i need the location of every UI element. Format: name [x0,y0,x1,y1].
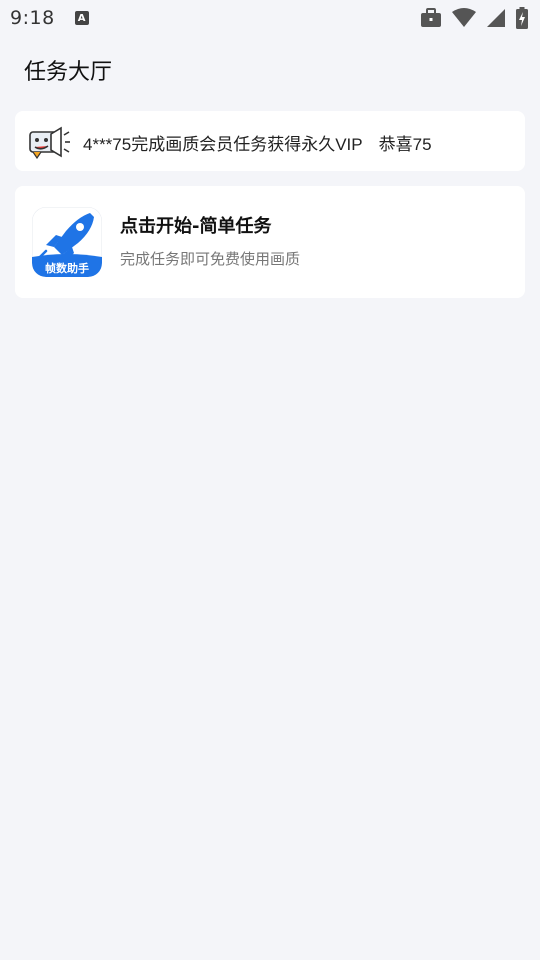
status-time: 9:18 [10,7,55,29]
status-left: 9:18 A [10,7,89,29]
announcement-banner: 4***75完成画质会员任务获得永久VIP 恭喜75 [15,111,525,171]
rocket-app-icon: 帧数助手 [32,207,102,277]
marquee-message: 4***75完成画质会员任务获得永久VIP [83,135,363,154]
status-bar: 9:18 A [0,0,540,36]
marquee-viewport: 4***75完成画质会员任务获得永久VIP 恭喜75 [83,111,496,171]
task-subtitle: 完成任务即可免费使用画质 [120,250,301,268]
battery-charging-icon [516,7,528,29]
status-right [420,7,528,29]
task-card[interactable]: 帧数助手 点击开始-简单任务 完成任务即可免费使用画质 [15,186,525,298]
task-title: 点击开始-简单任务 [120,216,272,237]
signal-icon [487,9,505,27]
briefcase-icon [421,8,441,27]
megaphone-icon [29,126,70,159]
marquee-text: 4***75完成画质会员任务获得永久VIP 恭喜75 [83,130,448,155]
a-notification-icon: A [74,11,89,25]
page-title: 任务大厅 [24,60,113,85]
wifi-icon [452,8,476,27]
marquee-message: 恭喜75 [378,135,432,154]
app-icon-label: 帧数助手 [45,261,89,275]
